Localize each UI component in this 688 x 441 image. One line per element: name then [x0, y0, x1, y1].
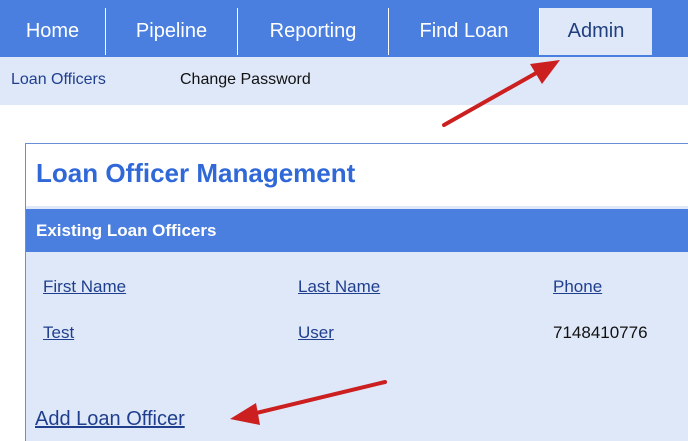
- section-header: Existing Loan Officers: [26, 209, 688, 252]
- tab-pipeline[interactable]: Pipeline: [106, 8, 238, 55]
- section-title: Existing Loan Officers: [36, 221, 217, 240]
- add-loan-officer-link[interactable]: Add Loan Officer: [35, 408, 185, 431]
- tab-find-loan[interactable]: Find Loan: [389, 8, 540, 55]
- row-first-name-link[interactable]: Test: [43, 323, 74, 343]
- sub-nav: Loan Officers Change Password: [0, 57, 688, 105]
- column-header-first-name[interactable]: First Name: [43, 277, 126, 297]
- loan-officer-panel: Loan Officer Management Existing Loan Of…: [25, 143, 688, 441]
- page-title: Loan Officer Management: [36, 158, 356, 188]
- tab-reporting[interactable]: Reporting: [238, 8, 389, 55]
- tab-home[interactable]: Home: [0, 8, 106, 55]
- column-header-phone[interactable]: Phone: [553, 277, 602, 297]
- column-header-last-name[interactable]: Last Name: [298, 277, 380, 297]
- subnav-loan-officers[interactable]: Loan Officers: [11, 71, 106, 89]
- top-nav: Home Pipeline Reporting Find Loan Admin: [0, 0, 688, 57]
- tab-admin[interactable]: Admin: [540, 8, 652, 55]
- row-last-name-link[interactable]: User: [298, 323, 334, 343]
- subnav-change-password[interactable]: Change Password: [180, 71, 311, 89]
- row-phone: 7148410776: [553, 323, 648, 342]
- panel-header: Loan Officer Management: [26, 144, 688, 206]
